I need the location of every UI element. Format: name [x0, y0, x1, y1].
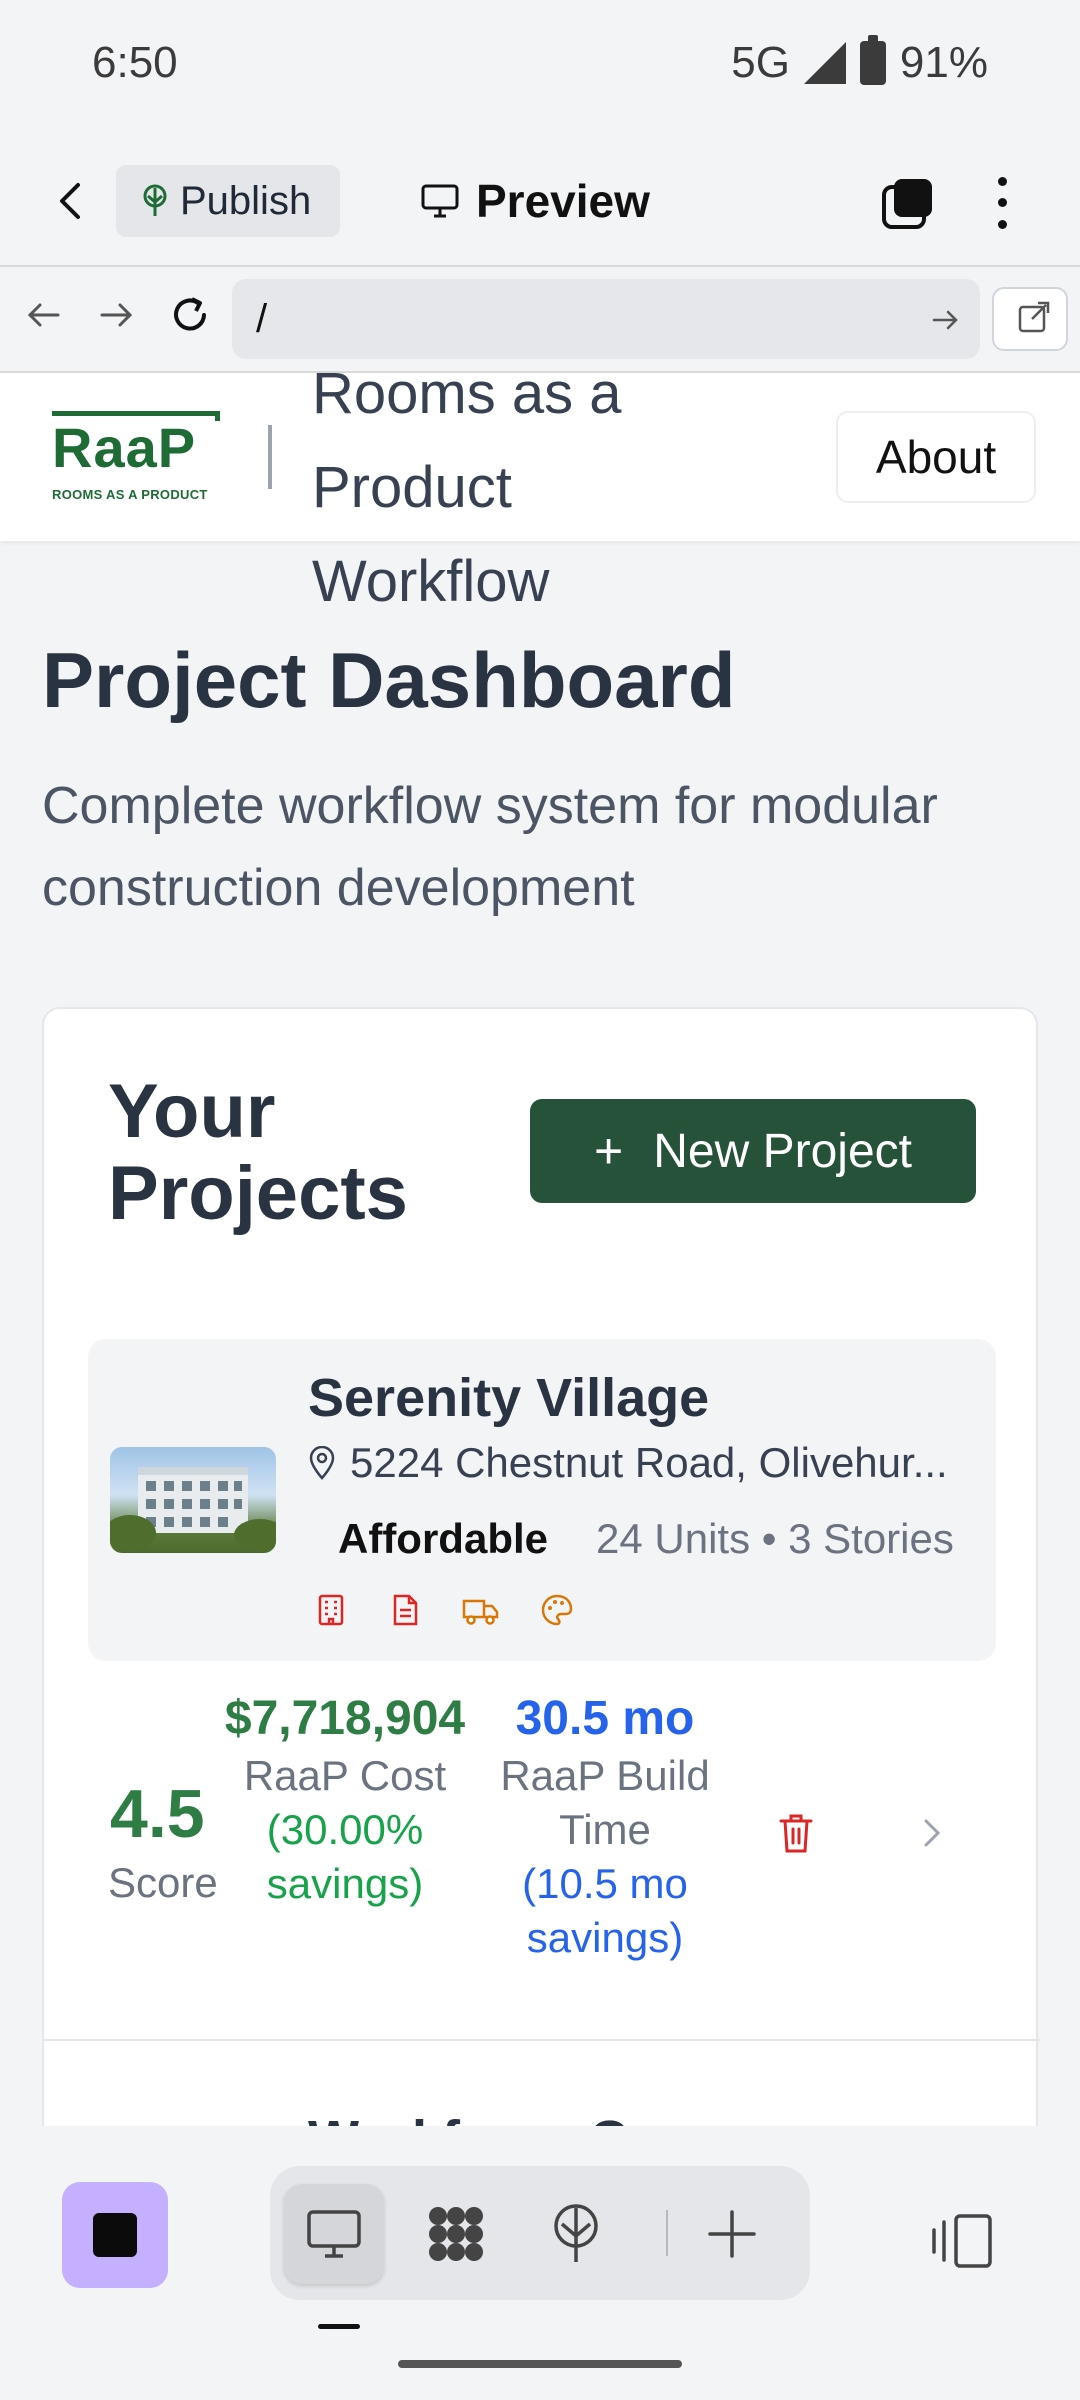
- preview-label: Preview: [476, 175, 650, 227]
- new-project-button[interactable]: + New Project: [530, 1099, 976, 1203]
- page-subtitle: Complete workflow system for modular con…: [42, 777, 938, 917]
- logo-tagline: ROOMS AS A PRODUCT: [52, 487, 208, 502]
- arrow-left-icon[interactable]: [22, 293, 66, 337]
- build-time-savings: (10.5 mo savings): [522, 1860, 688, 1961]
- signal-icon: [803, 42, 846, 84]
- status-bar: 6:50 5G 91%: [0, 0, 1080, 135]
- truck-icon: [462, 1599, 499, 1625]
- status-indicators: 5G 91%: [731, 35, 988, 88]
- logo-wordmark: RaaP: [52, 416, 197, 479]
- active-tab-indicator: [318, 2324, 360, 2329]
- cost-savings: (30.00% savings): [266, 1806, 424, 1907]
- card-divider: [44, 2039, 1040, 2041]
- home-indicator[interactable]: [398, 2360, 682, 2368]
- projects-heading: Your Projects: [108, 1069, 408, 1236]
- app-toolbar: Publish Preview: [0, 135, 1080, 267]
- arrow-go-icon[interactable]: [930, 305, 960, 335]
- cost-value: $7,718,904: [224, 1692, 466, 1745]
- project-stats: 4.5 Score $7,718,904 RaaP Cost (30.00% s…: [44, 1689, 1040, 1969]
- palette-icon: [541, 1594, 573, 1626]
- publish-button[interactable]: Publish: [116, 165, 340, 237]
- refresh-icon[interactable]: [168, 293, 212, 337]
- raap-logo[interactable]: RaaP ROOMS AS A PRODUCT: [52, 411, 220, 505]
- open-external-button[interactable]: [992, 287, 1068, 351]
- site-header: RaaP ROOMS AS A PRODUCT Rooms as a Produ…: [0, 361, 1080, 614]
- network-label: 5G: [731, 38, 790, 87]
- view-mode-group: [270, 2166, 810, 2300]
- project-thumbnail: [110, 1447, 276, 1553]
- cost-label: RaaP Cost: [243, 1752, 447, 1799]
- more-vertical-icon[interactable]: [984, 171, 1020, 235]
- plus-icon: [708, 2210, 756, 2258]
- sprout-view-button[interactable]: [526, 2184, 626, 2284]
- publish-label: Publish: [180, 178, 312, 223]
- page-title: Project Dashboard: [42, 636, 736, 724]
- sprout-icon: [143, 184, 167, 216]
- score-label: Score: [108, 1859, 218, 1906]
- main-content: Project Dashboard Complete workflow syst…: [0, 541, 1080, 2126]
- chevron-right-icon[interactable]: [914, 1813, 950, 1853]
- mode-separator: [666, 2210, 668, 2256]
- status-time: 6:50: [92, 38, 178, 87]
- preview-button[interactable]: Preview: [420, 169, 650, 233]
- address-text: 5224 Chestnut Road, Olivehur...: [350, 1439, 948, 1486]
- project-meta: 24 Units • 3 Stories: [596, 1515, 954, 1562]
- project-address: 5224 Chestnut Road, Olivehur...: [308, 1439, 988, 1487]
- plus-icon: +: [594, 1123, 624, 1179]
- cost-stat: $7,718,904 RaaP Cost (30.00% savings): [220, 1689, 470, 1911]
- battery-icon: [859, 35, 886, 85]
- external-link-icon: [1018, 301, 1050, 333]
- sprout-icon: [554, 2204, 598, 2262]
- map-pin-icon: [309, 1446, 335, 1480]
- desktop-icon: [307, 2210, 361, 2258]
- score-value: 4.5: [110, 1776, 205, 1852]
- new-project-label: New Project: [653, 1124, 912, 1178]
- stop-agent-button[interactable]: [62, 2182, 168, 2288]
- stop-icon: [93, 2213, 137, 2257]
- arrow-right-icon[interactable]: [94, 293, 138, 337]
- add-button[interactable]: [682, 2184, 782, 2284]
- back-arrow-icon[interactable]: [48, 177, 96, 225]
- header-divider: [268, 425, 272, 489]
- tabs-icon[interactable]: [880, 175, 936, 231]
- project-item[interactable]: Serenity Village 5224 Chestnut Road, Oli…: [88, 1339, 996, 1661]
- grid-icon: [429, 2207, 483, 2261]
- desktop-view-button[interactable]: [284, 2184, 384, 2284]
- about-button[interactable]: About: [836, 411, 1036, 503]
- projects-card: Your Projects + New Project Serenity Vil…: [42, 1007, 1040, 2126]
- split-view-icon[interactable]: [928, 2206, 998, 2276]
- document-icon: [393, 1594, 418, 1626]
- building-photo: [110, 1467, 276, 1551]
- build-time-label: RaaP Build Time: [500, 1752, 710, 1853]
- monitor-icon: [421, 184, 459, 218]
- trash-icon[interactable]: [776, 1811, 816, 1855]
- project-type-badge: Affordable: [338, 1515, 548, 1562]
- url-value: /: [256, 296, 268, 341]
- site-title: Rooms as a Product Workflow: [312, 361, 622, 614]
- project-name[interactable]: Workforce Commons: [308, 2109, 853, 2126]
- build-time-value: 30.5 mo: [515, 1692, 695, 1745]
- bottom-bar: [0, 2126, 1080, 2400]
- workflow-status-icons: [314, 1593, 574, 1627]
- grid-view-button[interactable]: [406, 2184, 506, 2284]
- build-time-stat: 30.5 mo RaaP Build Time (10.5 mo savings…: [490, 1689, 720, 1965]
- project-name: Serenity Village: [308, 1368, 710, 1428]
- building-icon: [318, 1594, 344, 1626]
- battery-level: 91%: [899, 38, 988, 87]
